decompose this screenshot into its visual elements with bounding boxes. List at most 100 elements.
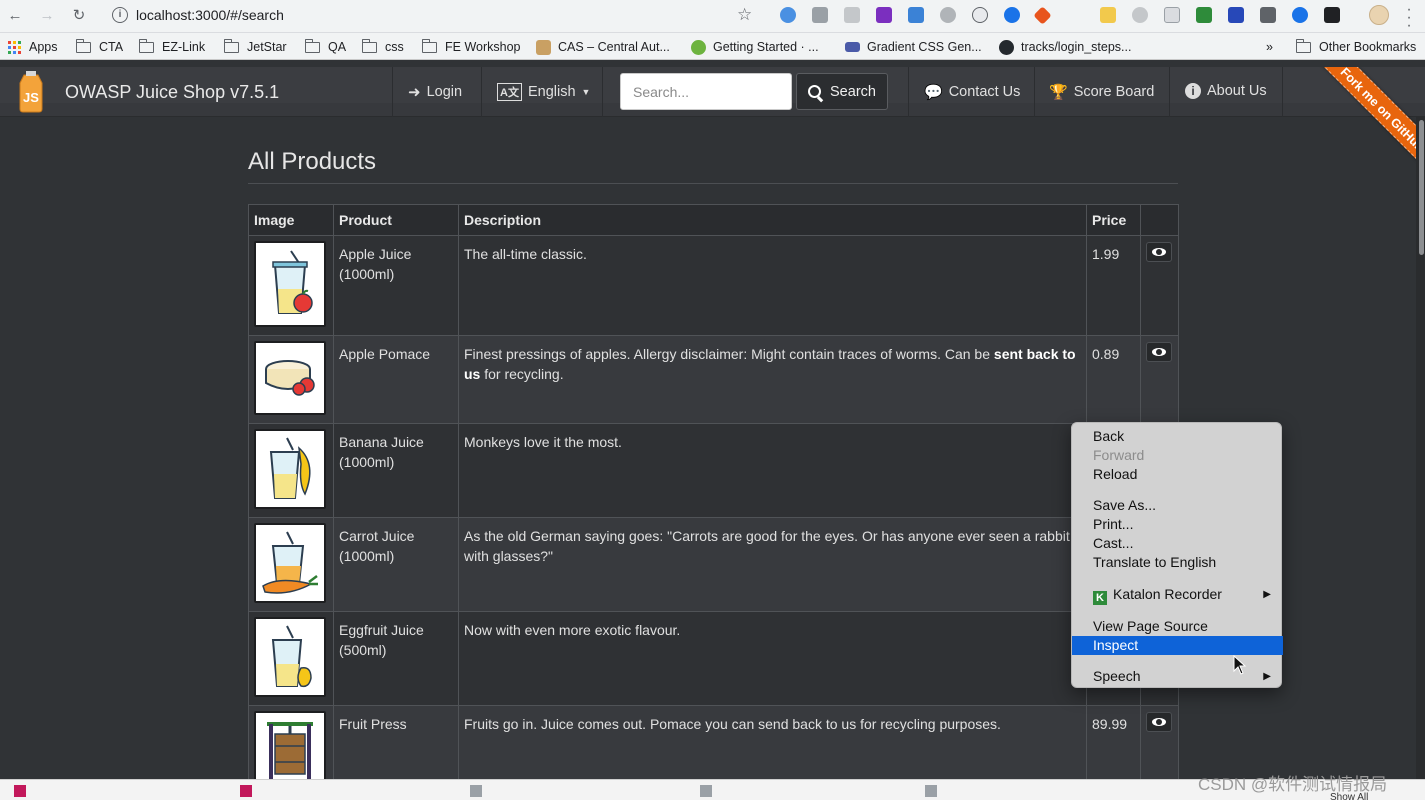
search-icon (808, 85, 822, 98)
extension-icon[interactable] (1228, 7, 1244, 23)
view-details-button[interactable] (1146, 242, 1172, 262)
download-file-icon[interactable] (925, 785, 937, 797)
bookmark-tracks[interactable]: tracks/login_steps... (999, 38, 1131, 56)
extension-icon[interactable] (844, 7, 860, 23)
context-menu-inspect[interactable]: Inspect (1072, 636, 1283, 655)
context-menu-speech[interactable]: Speech ▶ (1072, 667, 1283, 686)
scrollbar-thumb[interactable] (1419, 120, 1424, 255)
download-file-icon[interactable] (470, 785, 482, 797)
product-name-cell: Carrot Juice (1000ml) (333, 517, 459, 612)
nav-divider (392, 67, 393, 117)
context-menu-back[interactable]: Back (1072, 427, 1283, 446)
extension-icon[interactable] (1100, 7, 1116, 23)
product-image[interactable] (254, 241, 326, 327)
folder-icon (304, 38, 320, 53)
product-image[interactable] (254, 341, 326, 415)
katalon-icon: K (1093, 591, 1107, 605)
bookmark-cas[interactable]: CAS – Central Aut... (536, 38, 670, 56)
products-table: Image Product Description Price Apple Ju… (248, 204, 1179, 800)
extension-icon[interactable] (972, 7, 988, 23)
language-dropdown[interactable]: A文 English ▼ (497, 83, 590, 101)
profile-avatar[interactable] (1369, 5, 1389, 25)
context-menu-print[interactable]: Print... (1072, 515, 1283, 534)
bookmark-getting-started[interactable]: Getting Started · ... (691, 38, 819, 56)
context-menu-translate[interactable]: Translate to English (1072, 553, 1283, 572)
product-image[interactable] (254, 617, 326, 697)
column-header-image[interactable]: Image (248, 204, 334, 236)
info-icon[interactable]: i (112, 7, 128, 23)
download-file-icon[interactable] (14, 785, 26, 797)
bookmark-folder-ezlink[interactable]: EZ-Link (138, 38, 205, 56)
contact-us-link[interactable]: 💬 Contact Us (924, 83, 1020, 101)
extension-icon[interactable] (1004, 7, 1020, 23)
info-circle-icon: i (1185, 83, 1201, 99)
bookmark-star-icon[interactable]: ☆ (737, 5, 752, 25)
table-row: Carrot Juice (1000ml) As the old German … (248, 517, 1179, 612)
katalon-extension-icon[interactable] (1196, 7, 1212, 23)
table-row: Apple Juice (1000ml) The all-time classi… (248, 235, 1179, 336)
column-header-price[interactable]: Price (1086, 204, 1141, 236)
search-input[interactable] (620, 73, 792, 110)
back-arrow-icon[interactable]: ← (5, 7, 25, 25)
extension-icon[interactable] (1164, 7, 1180, 23)
score-board-link[interactable]: 🏆 Score Board (1049, 83, 1154, 101)
eye-icon (1152, 248, 1166, 256)
eye-icon (1152, 718, 1166, 726)
fork-me-ribbon[interactable]: Fork me on GitHub (1314, 67, 1425, 178)
view-details-button[interactable] (1146, 712, 1172, 732)
chrome-menu-icon[interactable]: · · · (1404, 2, 1414, 34)
submenu-arrow-icon: ▶ (1263, 671, 1271, 682)
bookmark-folder-cta[interactable]: CTA (75, 38, 123, 56)
context-menu-cast[interactable]: Cast... (1072, 534, 1283, 553)
search-button[interactable]: Search (796, 73, 888, 110)
folder-icon (138, 38, 154, 53)
login-link[interactable]: ➜ Login (408, 83, 462, 101)
bookmark-folder-css[interactable]: css (361, 38, 404, 56)
column-header-description[interactable]: Description (458, 204, 1087, 236)
more-bookmarks-chevron[interactable]: » (1266, 38, 1273, 56)
nav-divider (1169, 67, 1170, 117)
extension-icon[interactable] (1292, 7, 1308, 23)
image-cell (248, 517, 334, 612)
about-us-link[interactable]: i About Us (1185, 83, 1267, 99)
extension-icon[interactable] (876, 7, 892, 23)
extension-icon[interactable] (780, 7, 796, 23)
apple-juice-icon (272, 250, 313, 314)
download-file-icon[interactable] (240, 785, 252, 797)
extension-icon[interactable] (812, 7, 828, 23)
qr-extension-icon[interactable] (1260, 7, 1276, 23)
product-image[interactable] (254, 523, 326, 603)
view-details-button[interactable] (1146, 342, 1172, 362)
bookmark-apps[interactable]: Apps (8, 38, 58, 56)
forward-arrow-icon[interactable]: → (37, 7, 57, 25)
bookmark-folder-fe-workshop[interactable]: FE Workshop (421, 38, 521, 56)
download-file-icon[interactable] (700, 785, 712, 797)
table-header-row: Image Product Description Price (248, 204, 1179, 236)
product-image[interactable] (254, 429, 326, 509)
sign-in-icon: ➜ (408, 84, 421, 101)
git-extension-icon[interactable] (1033, 6, 1052, 25)
context-menu-reload[interactable]: Reload (1072, 465, 1283, 484)
extension-icon[interactable] (1324, 7, 1340, 23)
context-menu-katalon[interactable]: K Katalon Recorder ▶ (1072, 585, 1283, 605)
extension-icon[interactable] (1132, 7, 1148, 23)
bookmark-gradient-css[interactable]: Gradient CSS Gen... (845, 38, 982, 56)
bookmark-folder-jetstar[interactable]: JetStar (223, 38, 287, 56)
price-cell: 1.99 (1086, 235, 1141, 336)
column-header-product[interactable]: Product (333, 204, 459, 236)
bookmark-folder-qa[interactable]: QA (304, 38, 346, 56)
extension-icon[interactable] (908, 7, 924, 23)
nav-divider (481, 67, 482, 117)
juice-shop-logo-icon[interactable]: JS (12, 71, 50, 113)
context-menu-view-source[interactable]: View Page Source (1072, 617, 1283, 636)
url-text: localhost:3000/#/search (136, 7, 284, 23)
bookmark-folder-other[interactable]: Other Bookmarks (1295, 38, 1416, 56)
extension-icon[interactable] (940, 7, 956, 23)
address-bar[interactable]: i localhost:3000/#/search (108, 4, 768, 28)
comment-icon: 💬 (924, 84, 943, 101)
show-all-downloads[interactable]: Show All (1330, 792, 1368, 800)
gradient-icon (845, 42, 860, 52)
reload-icon[interactable]: ↻ (69, 7, 89, 25)
app-brand[interactable]: OWASP Juice Shop v7.5.1 (65, 82, 279, 103)
context-menu-save-as[interactable]: Save As... (1072, 496, 1283, 515)
